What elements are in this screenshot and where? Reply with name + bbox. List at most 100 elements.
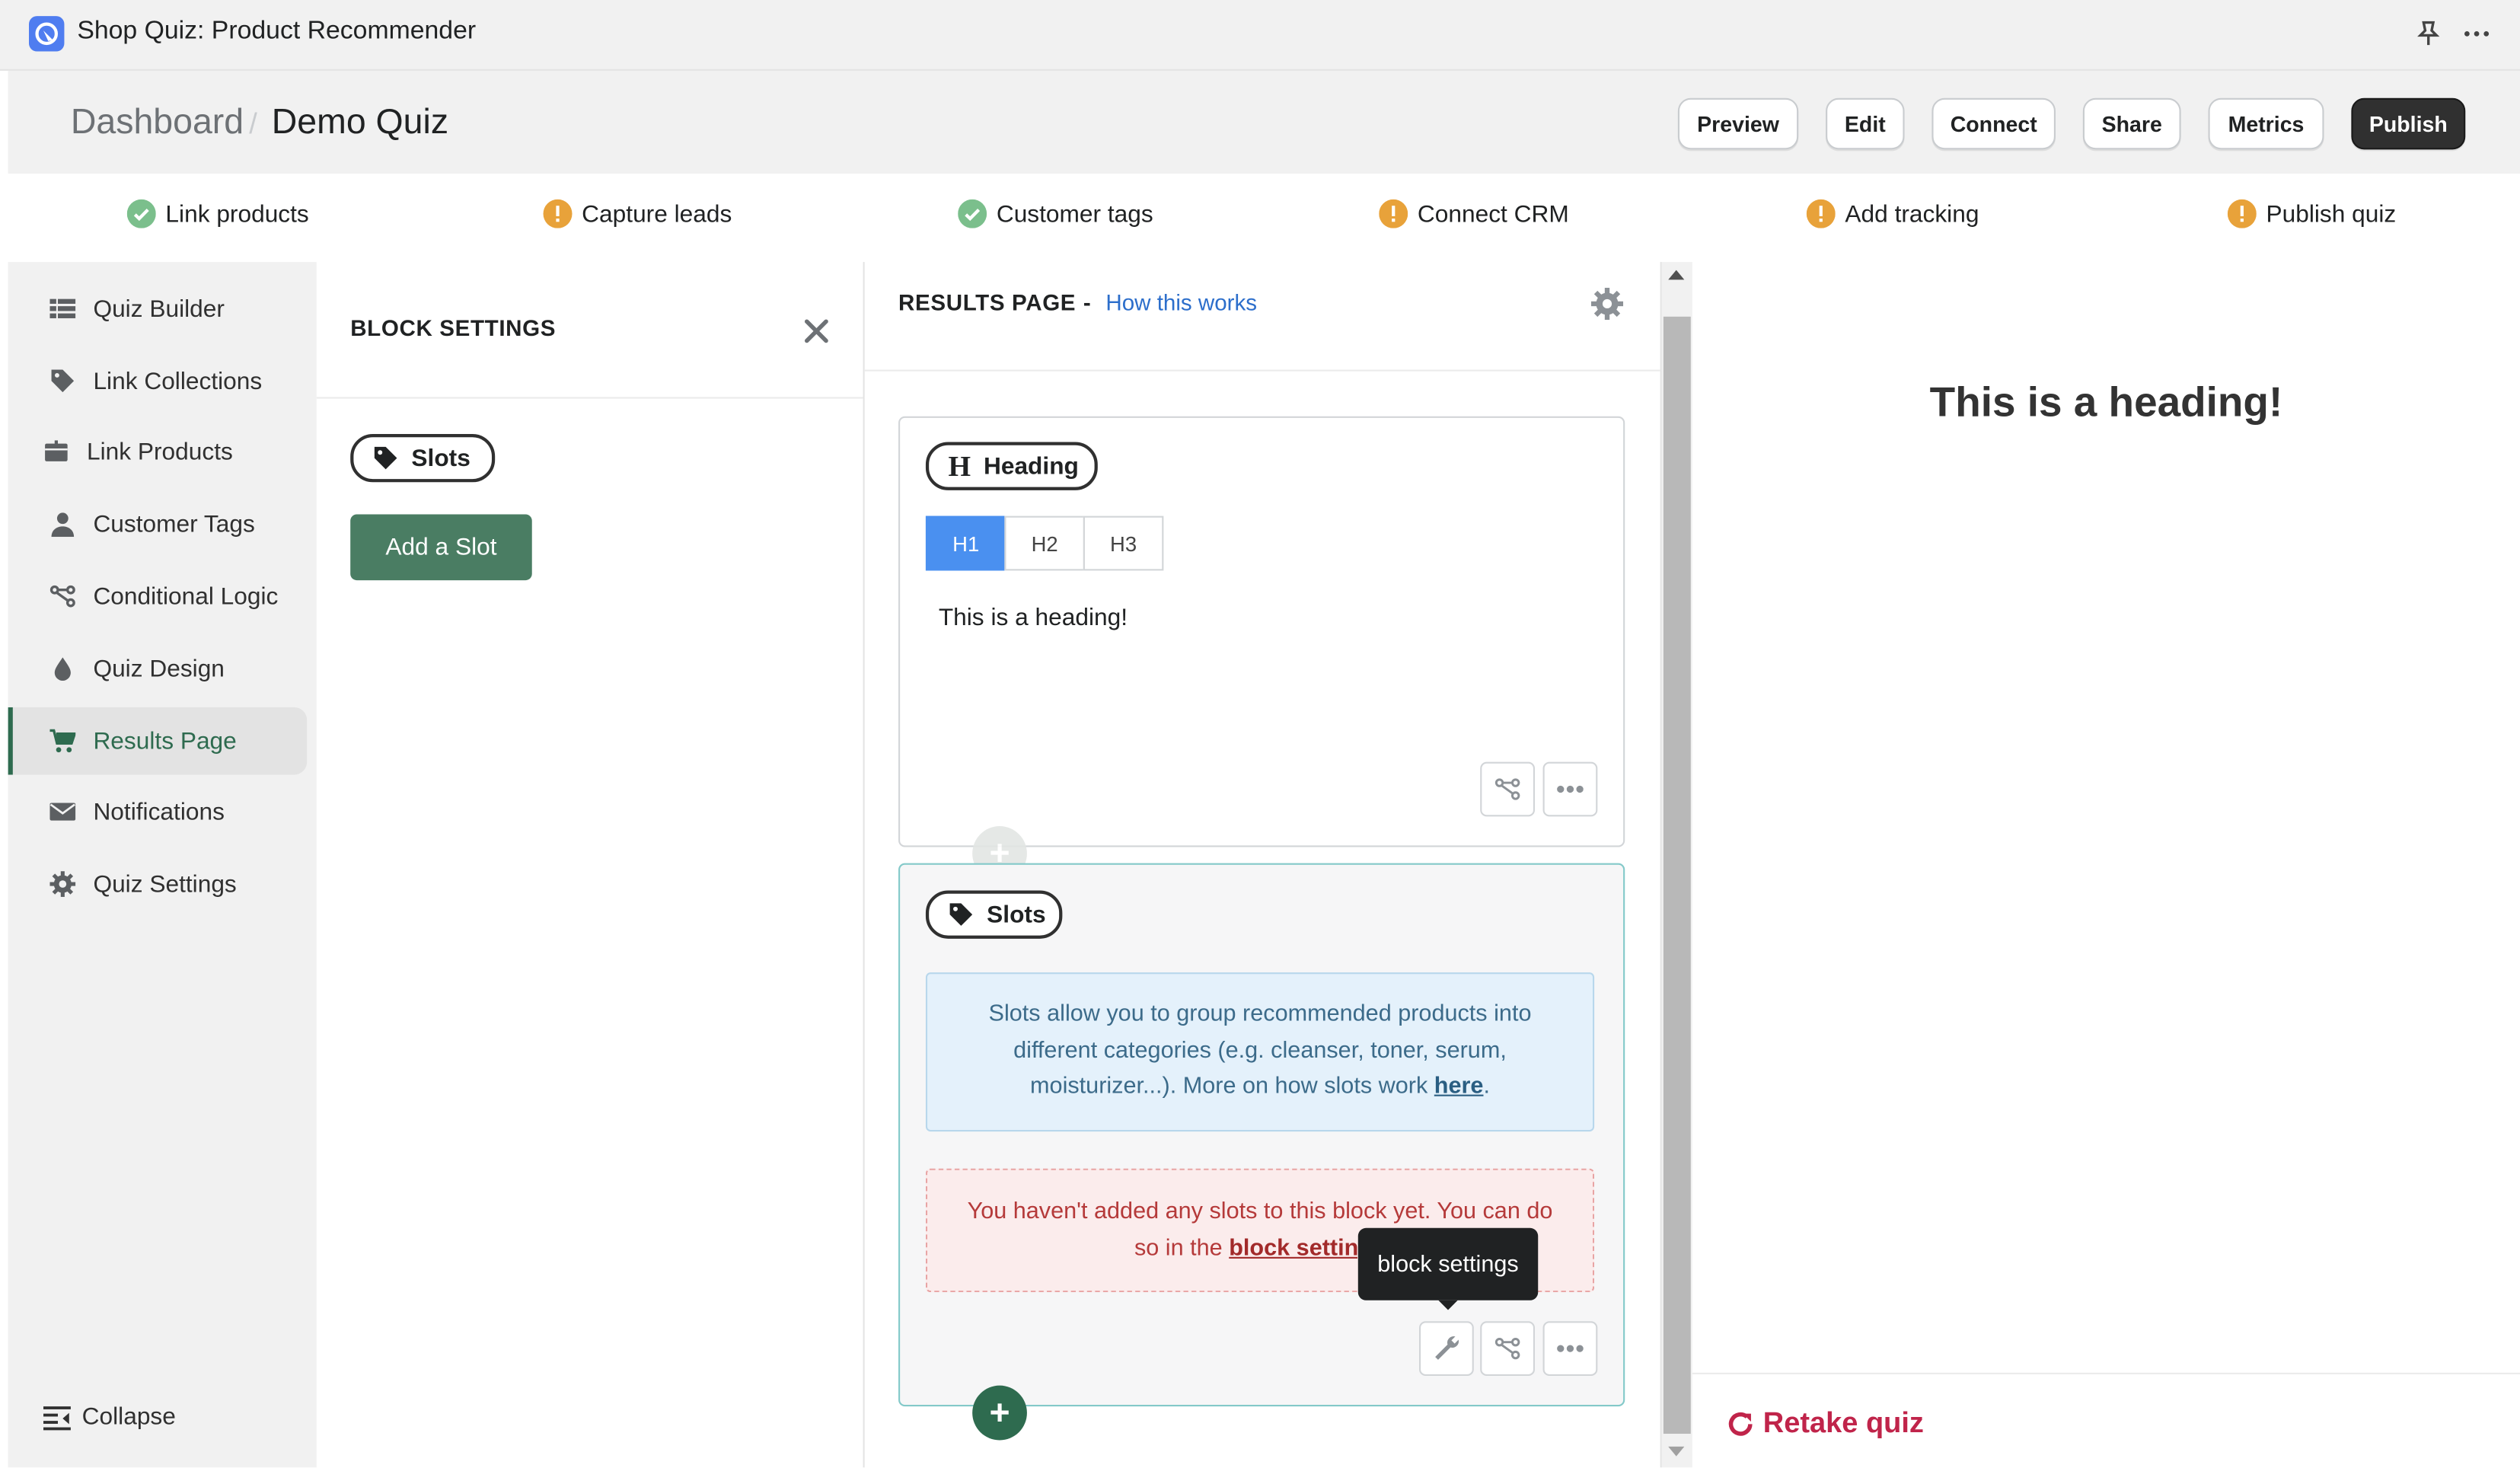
logic-button[interactable] — [1480, 1321, 1536, 1377]
sidebar-item-quiz-design[interactable]: Quiz Design — [8, 635, 302, 703]
scroll-up-arrow-icon[interactable] — [1668, 270, 1685, 280]
box-icon — [43, 439, 69, 464]
sidebar-item-label: Link Products — [86, 438, 233, 466]
gear-icon — [49, 871, 76, 897]
heading-level-h1[interactable]: H1 — [925, 515, 1006, 571]
edit-button[interactable]: Edit — [1826, 97, 1905, 150]
checklist-label: Connect CRM — [1417, 199, 1569, 228]
sidebar-item-label: Link Collections — [93, 367, 263, 395]
retake-quiz-button[interactable]: Retake quiz — [1726, 1406, 1924, 1440]
page-title: Demo Quiz — [271, 101, 449, 142]
alert-circle-icon — [543, 199, 573, 228]
tag-icon — [373, 445, 399, 471]
checklist-link-products[interactable]: Link products — [126, 199, 309, 228]
sidebar-item-results-page[interactable]: Results Page — [8, 707, 308, 775]
heading-text-input[interactable]: This is a heading! — [939, 605, 1128, 632]
collapse-icon — [43, 1404, 72, 1430]
sidebar-item-label: Customer Tags — [93, 510, 255, 538]
sidebar-item-quiz-settings[interactable]: Quiz Settings — [8, 850, 302, 918]
divider — [316, 397, 863, 399]
connect-button[interactable]: Connect — [1931, 97, 2056, 150]
checklist-add-tracking[interactable]: Add tracking — [1806, 199, 1979, 228]
sidebar-item-notifications[interactable]: Notifications — [8, 778, 302, 846]
list-icon — [49, 295, 76, 321]
sidebar: Quiz Builder Link Collections Link Produ… — [8, 262, 317, 1468]
heading-block-badge: H Heading — [925, 442, 1098, 490]
sidebar-item-link-products[interactable]: Link Products — [8, 418, 302, 486]
settings-gear-icon[interactable] — [1590, 287, 1624, 321]
slots-block-card[interactable]: Slots Slots allow you to group recommend… — [898, 863, 1625, 1407]
block-type-label: Slots — [987, 901, 1046, 929]
checklist-label: Add tracking — [1845, 199, 1979, 228]
checklist-connect-crm[interactable]: Connect CRM — [1379, 199, 1569, 228]
add-slot-button[interactable]: Add a Slot — [350, 514, 532, 581]
sidebar-item-label: Results Page — [93, 727, 237, 755]
block-settings-button[interactable] — [1419, 1321, 1474, 1377]
preview-footer: Retake quiz — [1692, 1372, 2520, 1468]
more-options-icon — [1554, 784, 1586, 794]
heading-level-toggle: H1 H2 H3 — [925, 515, 1164, 571]
title-dash: - — [1083, 289, 1091, 315]
logic-button[interactable] — [1480, 761, 1536, 817]
more-button[interactable] — [1542, 1321, 1598, 1377]
more-options-icon — [1554, 1344, 1586, 1354]
alert-circle-icon — [2227, 199, 2257, 228]
results-page-editor: RESULTS PAGE - How this works H Heading … — [864, 262, 1662, 1468]
preview-button[interactable]: Preview — [1677, 97, 1799, 150]
title-bar: Shop Quiz: Product Recommender — [0, 0, 2520, 71]
breadcrumb-separator: / — [249, 107, 257, 140]
metrics-button[interactable]: Metrics — [2208, 97, 2324, 150]
pin-icon[interactable] — [2413, 18, 2445, 49]
block-settings-title: BLOCK SETTINGS — [350, 314, 557, 341]
heading-block-card[interactable]: H Heading H1 H2 H3 This is a heading! — [898, 416, 1625, 847]
scrollbar-thumb[interactable] — [1663, 316, 1691, 1434]
branch-icon — [1493, 1336, 1522, 1361]
slots-block-badge: Slots — [925, 890, 1063, 939]
heading-level-h2[interactable]: H2 — [1004, 515, 1085, 571]
sidebar-item-customer-tags[interactable]: Customer Tags — [8, 490, 302, 558]
checklist-capture-leads[interactable]: Capture leads — [543, 199, 732, 228]
alert-circle-icon — [1806, 199, 1836, 228]
sidebar-item-link-collections[interactable]: Link Collections — [8, 347, 302, 415]
sidebar-item-label: Quiz Settings — [93, 870, 237, 898]
collapse-label: Collapse — [81, 1403, 176, 1431]
add-block-button[interactable]: + — [972, 1385, 1027, 1441]
cart-icon — [49, 728, 76, 754]
more-button[interactable] — [1542, 761, 1598, 817]
block-type-label: Heading — [983, 452, 1079, 480]
tag-icon — [49, 368, 75, 394]
branch-icon — [1493, 777, 1522, 803]
slots-help-link[interactable]: here — [1434, 1074, 1484, 1099]
checklist-customer-tags[interactable]: Customer tags — [958, 199, 1153, 228]
alert-circle-icon — [1379, 199, 1408, 228]
publish-button[interactable]: Publish — [2351, 97, 2466, 150]
block-settings-panel: BLOCK SETTINGS Slots Add a Slot — [316, 262, 865, 1468]
droplet-icon — [49, 656, 75, 681]
slots-info-box: Slots allow you to group recommended pro… — [925, 972, 1595, 1132]
checklist-label: Publish quiz — [2266, 199, 2397, 228]
how-this-works-link[interactable]: How this works — [1105, 289, 1257, 315]
check-circle-icon — [126, 199, 156, 228]
sidebar-item-label: Quiz Builder — [93, 295, 225, 323]
app-logo-icon — [28, 16, 65, 52]
envelope-icon — [49, 799, 76, 825]
refresh-icon — [1726, 1409, 1755, 1438]
scroll-down-arrow-icon[interactable] — [1668, 1446, 1685, 1457]
sidebar-item-conditional-logic[interactable]: Conditional Logic — [8, 563, 302, 630]
collapse-button[interactable]: Collapse — [43, 1403, 176, 1431]
sidebar-item-quiz-builder[interactable]: Quiz Builder — [8, 275, 302, 343]
more-options-icon[interactable] — [2461, 18, 2493, 49]
share-button[interactable]: Share — [2082, 97, 2181, 150]
block-type-badge: Slots — [350, 433, 496, 483]
heading-level-h3[interactable]: H3 — [1083, 515, 1164, 571]
checklist-publish-quiz[interactable]: Publish quiz — [2227, 199, 2397, 228]
divider — [864, 369, 1660, 372]
retake-quiz-label: Retake quiz — [1762, 1406, 1924, 1439]
slots-info-end: . — [1483, 1074, 1490, 1099]
checklist-label: Capture leads — [582, 199, 732, 228]
breadcrumb-root[interactable]: Dashboard — [71, 101, 244, 143]
close-icon[interactable] — [802, 317, 831, 346]
setup-checklist: Link products Capture leads Customer tag… — [8, 173, 2520, 263]
sidebar-item-label: Conditional Logic — [93, 582, 279, 611]
checklist-label: Link products — [165, 199, 309, 228]
